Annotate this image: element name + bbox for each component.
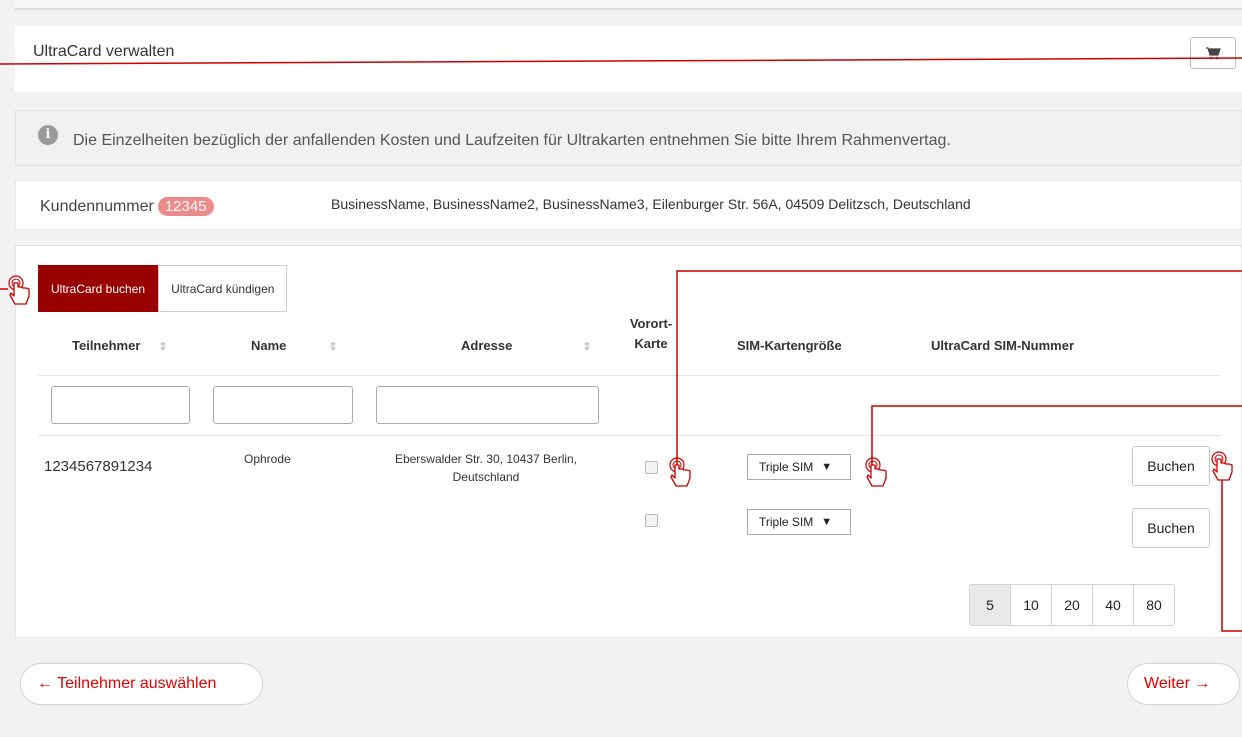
callout-lines [0,57,1242,632]
pointer-hand-icon [8,275,30,305]
pointer-hand-icon [669,457,691,487]
pointer-hand-icon [865,457,887,487]
pointer-hand-icon [1211,451,1233,481]
